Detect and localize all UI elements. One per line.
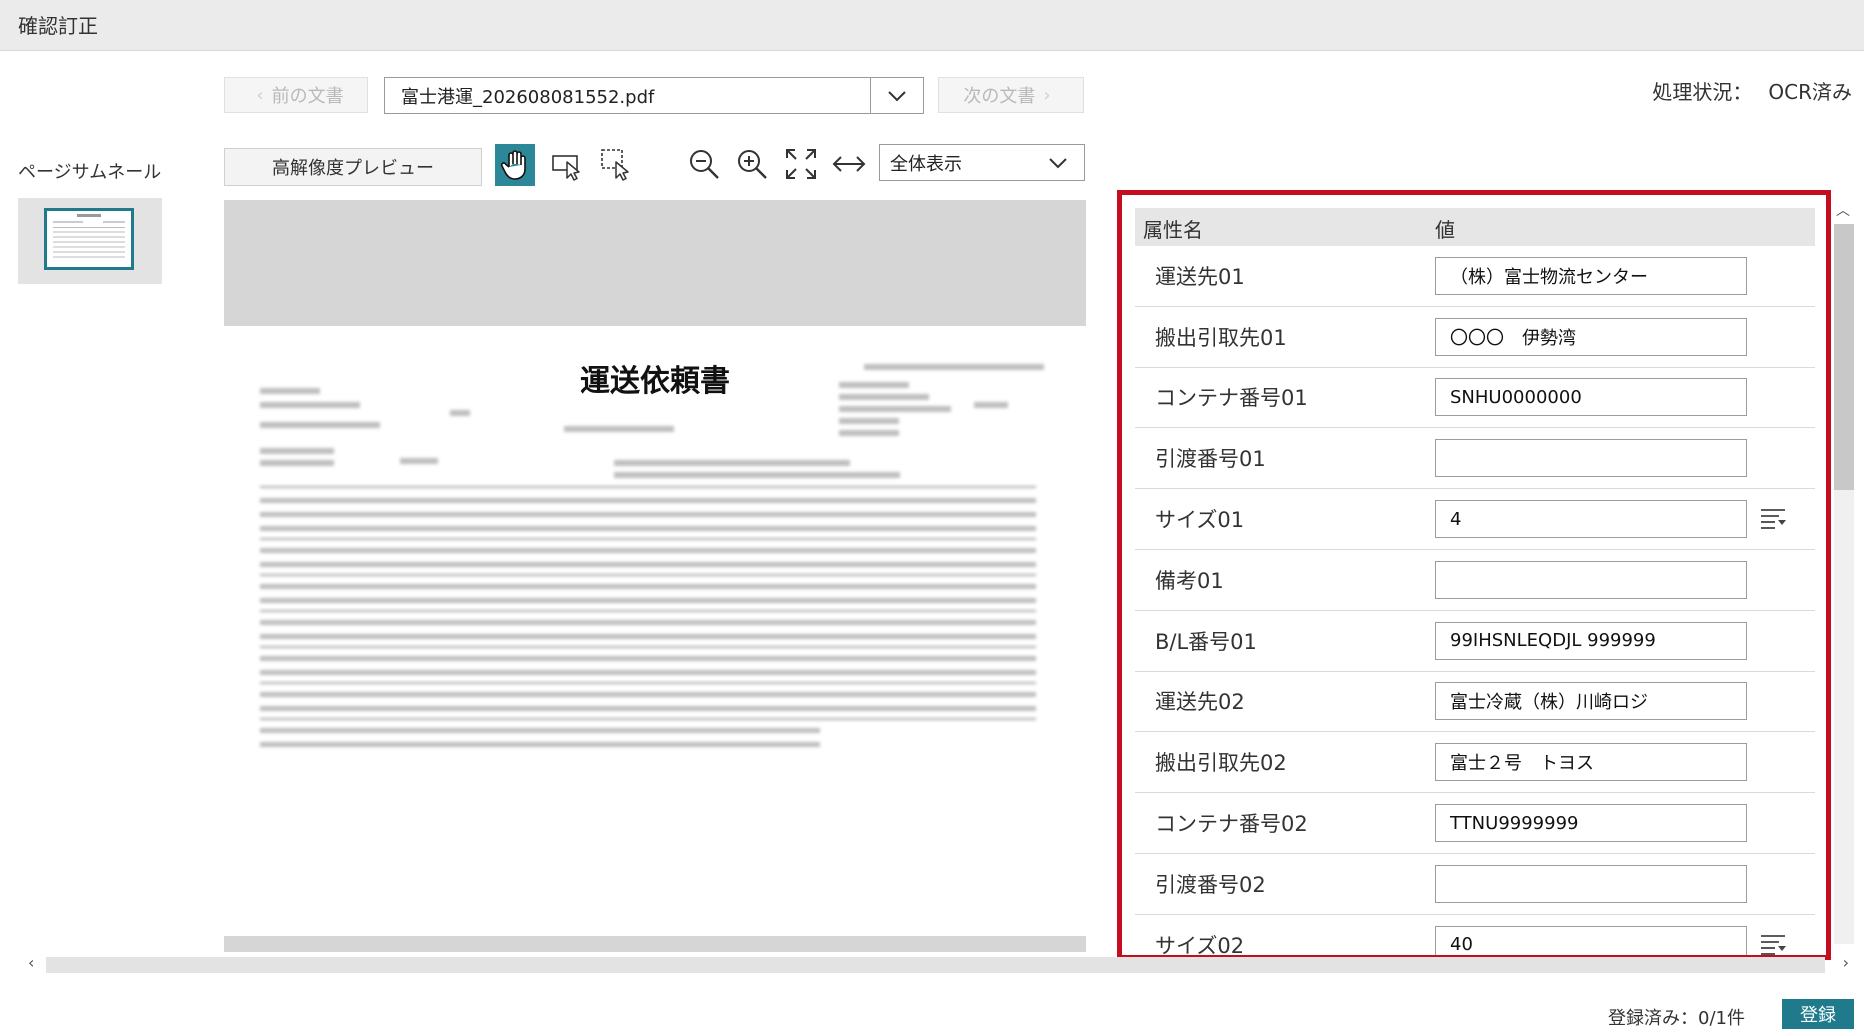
fit-page-icon: [786, 149, 816, 179]
document-file-name: 富士港運_202608081552.pdf: [401, 86, 655, 108]
attribute-name: 引渡番号02: [1155, 872, 1266, 897]
chevron-right-icon: ›: [1043, 84, 1051, 106]
pointer-select-icon: [552, 155, 580, 181]
document-title: 運送依頼書: [580, 364, 730, 399]
document-viewer[interactable]: 運送依頼書: [224, 200, 1086, 952]
attribute-name: 搬出引取先02: [1155, 751, 1287, 776]
status-label: 処理状況：: [1652, 80, 1753, 104]
attribute-name: サイズ01: [1155, 508, 1245, 533]
scroll-right-icon[interactable]: ›: [1843, 953, 1849, 972]
attribute-name-header: 属性名: [1143, 218, 1203, 242]
attribute-value-input[interactable]: SNHU0000000: [1435, 378, 1747, 417]
attribute-value-input[interactable]: 富士冷蔵（株）川崎ロジ: [1435, 682, 1747, 721]
table-row: 備考01: [1135, 550, 1815, 611]
zoom-out-icon: [690, 150, 719, 179]
attribute-name: 運送先01: [1155, 264, 1245, 289]
table-row: 引渡番号01: [1135, 428, 1815, 490]
attribute-value-input[interactable]: 99IHSNLEQDJL 999999: [1435, 621, 1747, 660]
hand-icon: [500, 150, 526, 180]
table-row: 搬出引取先02 富士２号 トヨス: [1135, 732, 1815, 794]
scroll-left-icon[interactable]: ‹: [28, 953, 34, 972]
list-dropdown-icon: [1761, 934, 1786, 955]
table-row: サイズ02 40: [1135, 915, 1815, 955]
list-dropdown-icon: [1761, 509, 1786, 529]
attribute-value-input[interactable]: [1435, 439, 1747, 478]
zoom-mode-select[interactable]: 全体表示: [879, 144, 1085, 181]
attribute-name: 運送先02: [1155, 690, 1245, 715]
page-thumbnails-label: ページサムネール: [18, 162, 162, 183]
attribute-value-input[interactable]: （株）富士物流センター: [1435, 256, 1747, 295]
page-thumbnail[interactable]: [44, 208, 134, 270]
table-row: サイズ01 4: [1135, 489, 1815, 550]
attribute-value-input[interactable]: 〇〇〇 伊勢湾: [1435, 317, 1747, 356]
attribute-value-input[interactable]: 富士２号 トヨス: [1435, 743, 1747, 782]
attribute-name: 備考01: [1155, 568, 1224, 593]
value-list-button[interactable]: [1759, 506, 1787, 532]
attribute-panel-scrollbar[interactable]: ︿: [1834, 200, 1854, 952]
zoom-in-button[interactable]: [732, 144, 772, 184]
area-select-button[interactable]: [596, 144, 638, 186]
window-title: 確認訂正: [18, 14, 98, 38]
horizontal-scrollbar[interactable]: ‹ ›: [18, 953, 1853, 975]
attribute-name: B/L番号01: [1155, 629, 1257, 654]
status-value: OCR済み: [1768, 80, 1852, 104]
fit-width-button[interactable]: [828, 144, 870, 184]
table-row: 引渡番号02: [1135, 854, 1815, 915]
prev-document-button[interactable]: ‹ 前の文書: [224, 77, 368, 113]
processing-status: 処理状況： OCR済み: [1652, 76, 1852, 105]
attribute-value-input[interactable]: TTNU9999999: [1435, 804, 1747, 843]
title-bar: 確認訂正: [0, 0, 1864, 51]
attribute-name: コンテナ番号02: [1155, 812, 1308, 837]
next-document-button[interactable]: 次の文書 ›: [938, 77, 1084, 113]
scroll-up-icon[interactable]: ︿: [1836, 200, 1850, 220]
chevron-down-icon[interactable]: [870, 78, 923, 113]
table-row: B/L番号01 99IHSNLEQDJL 999999: [1135, 611, 1815, 672]
attribute-value-input[interactable]: 4: [1435, 500, 1747, 539]
fit-width-icon: [832, 156, 866, 172]
chevron-down-icon[interactable]: [1032, 145, 1084, 180]
scrollbar-thumb[interactable]: [1834, 224, 1854, 490]
hires-preview-button[interactable]: 高解像度プレビュー: [224, 148, 482, 186]
attribute-value-input[interactable]: [1435, 560, 1747, 599]
value-list-button[interactable]: [1759, 932, 1787, 955]
attribute-name: 搬出引取先01: [1155, 325, 1287, 350]
attribute-name: コンテナ番号01: [1155, 386, 1308, 411]
prev-document-label: 前の文書: [271, 86, 344, 107]
table-row: コンテナ番号02 TTNU9999999: [1135, 793, 1815, 854]
registered-count: 登録済み：0/1件: [1608, 1008, 1745, 1029]
attribute-table: 属性名 値 運送先01 （株）富士物流センター 搬出引取先01 〇〇〇 伊勢湾 …: [1135, 208, 1815, 955]
zoom-out-button[interactable]: [684, 144, 724, 184]
next-document-label: 次の文書: [963, 86, 1036, 107]
hires-preview-label: 高解像度プレビュー: [272, 158, 434, 179]
document-select[interactable]: 富士港運_202608081552.pdf: [384, 77, 924, 114]
attribute-table-header: 属性名 値: [1135, 208, 1815, 246]
pointer-select-button[interactable]: [548, 146, 588, 186]
zoom-mode-value: 全体表示: [890, 153, 962, 175]
hand-tool-button[interactable]: [495, 144, 535, 186]
attribute-value-input[interactable]: [1435, 864, 1747, 903]
zoom-in-icon: [738, 150, 767, 179]
chevron-left-icon: ‹: [256, 84, 264, 106]
area-select-icon: [601, 149, 629, 181]
register-button[interactable]: 登録: [1782, 999, 1854, 1029]
table-row: 運送先02 富士冷蔵（株）川崎ロジ: [1135, 672, 1815, 733]
table-row: 搬出引取先01 〇〇〇 伊勢湾: [1135, 307, 1815, 368]
document-page: 運送依頼書: [224, 326, 1086, 936]
attribute-panel: 属性名 値 運送先01 （株）富士物流センター 搬出引取先01 〇〇〇 伊勢湾 …: [1117, 190, 1831, 960]
table-row: 運送先01 （株）富士物流センター: [1135, 246, 1815, 307]
scrollbar-track[interactable]: [46, 957, 1825, 973]
fit-page-button[interactable]: [781, 144, 821, 184]
attribute-value-header: 値: [1435, 218, 1455, 242]
table-row: コンテナ番号01 SNHU0000000: [1135, 368, 1815, 429]
attribute-name: 引渡番号01: [1155, 447, 1266, 472]
thumbnail-list: [18, 198, 162, 284]
